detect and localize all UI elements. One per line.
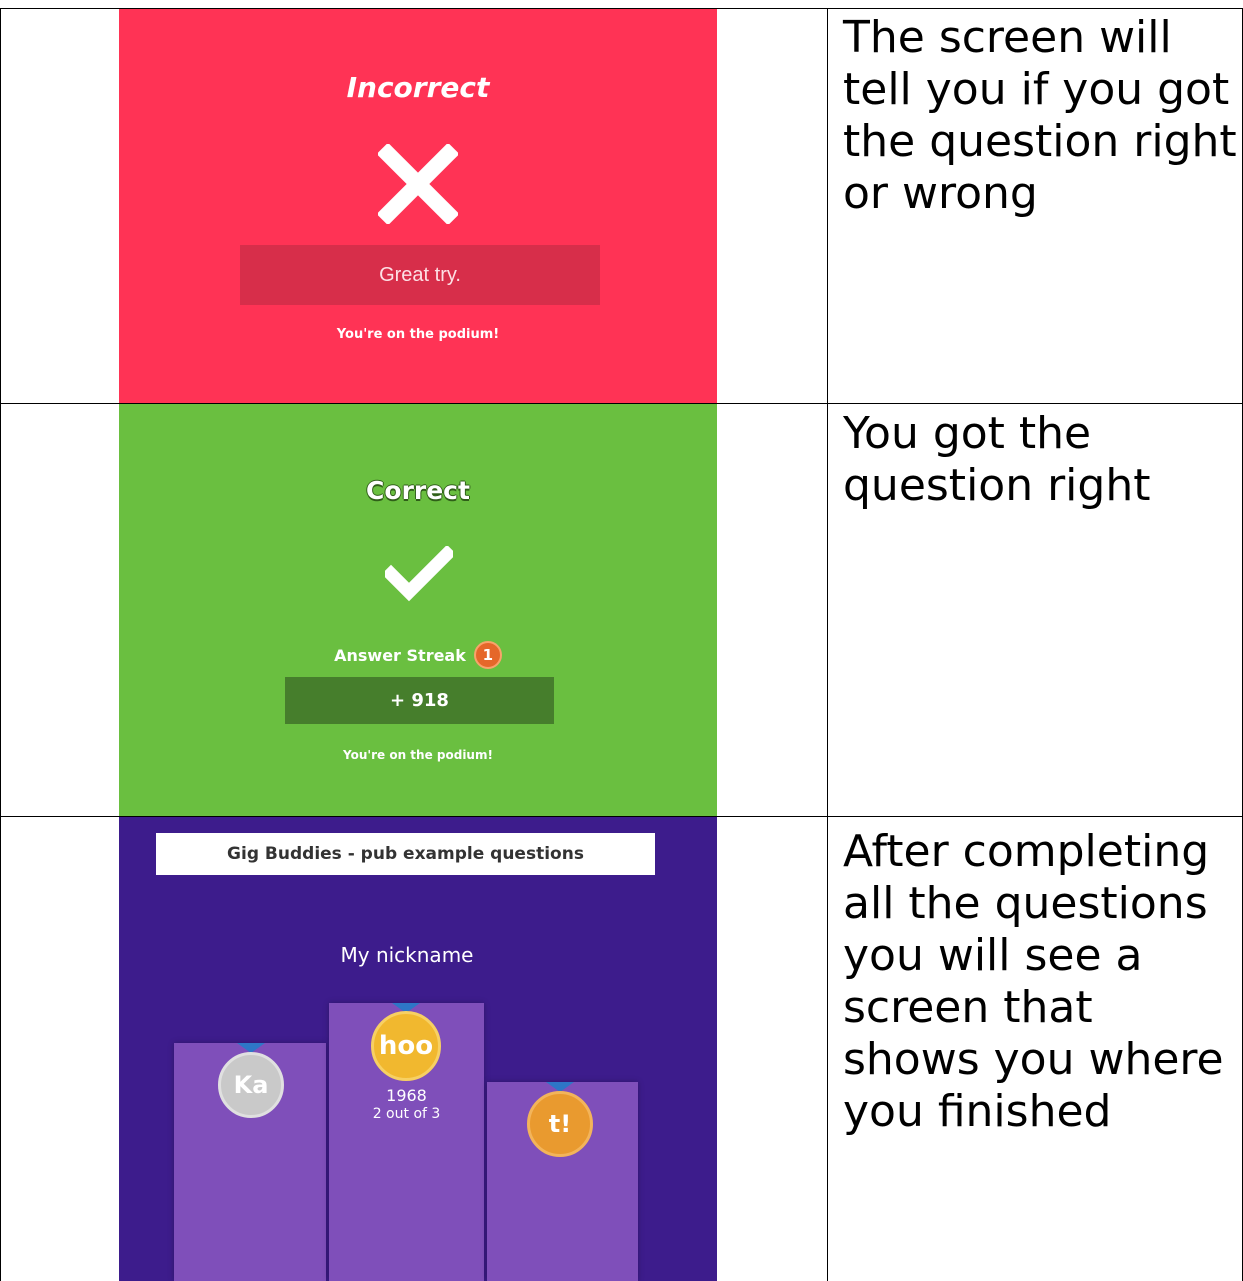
podium-status: You're on the podium! <box>336 327 500 342</box>
incorrect-screenshot: Incorrect Great try. You're on the podiu… <box>119 9 717 403</box>
table-left-border <box>0 8 1 1281</box>
flame-streak-badge: 1 <box>473 641 502 669</box>
podium-screenshot: Gig Buddies - pub example questions My n… <box>119 817 717 1281</box>
quiz-title: Gig Buddies - pub example questions <box>227 844 584 864</box>
feedback-box: Great try. <box>240 245 600 305</box>
silver-medal-icon: Ka <box>218 1052 284 1118</box>
streak-label: Answer Streak <box>334 645 466 665</box>
caption-incorrect: The screen will tell you if you got the … <box>843 12 1237 219</box>
points-box: + 918 <box>285 677 554 724</box>
cross-icon <box>378 144 458 224</box>
quiz-title-box: Gig Buddies - pub example questions <box>156 833 655 875</box>
correct-screenshot: Correct Answer Streak 1 + 918 You're on … <box>119 404 717 816</box>
feedback-text: Great try. <box>379 264 461 286</box>
incorrect-title: Incorrect <box>346 71 490 104</box>
correct-title: Correct <box>366 476 470 505</box>
caption-podium: After completing all the questions you w… <box>843 826 1224 1137</box>
player-rank: 2 out of 3 <box>372 1106 441 1122</box>
player-score: 1968 <box>386 1086 427 1105</box>
column-divider <box>827 8 828 1281</box>
checkmark-icon <box>385 546 453 602</box>
player-nickname: My nickname <box>340 943 474 967</box>
gold-medal-icon: hoo <box>371 1011 441 1081</box>
bronze-medal-icon: t! <box>527 1091 593 1157</box>
points-earned: + 918 <box>390 690 449 711</box>
caption-correct: You got the question right <box>843 408 1151 511</box>
answer-streak: Answer Streak 1 <box>119 640 717 670</box>
podium-status: You're on the podium! <box>343 748 493 762</box>
